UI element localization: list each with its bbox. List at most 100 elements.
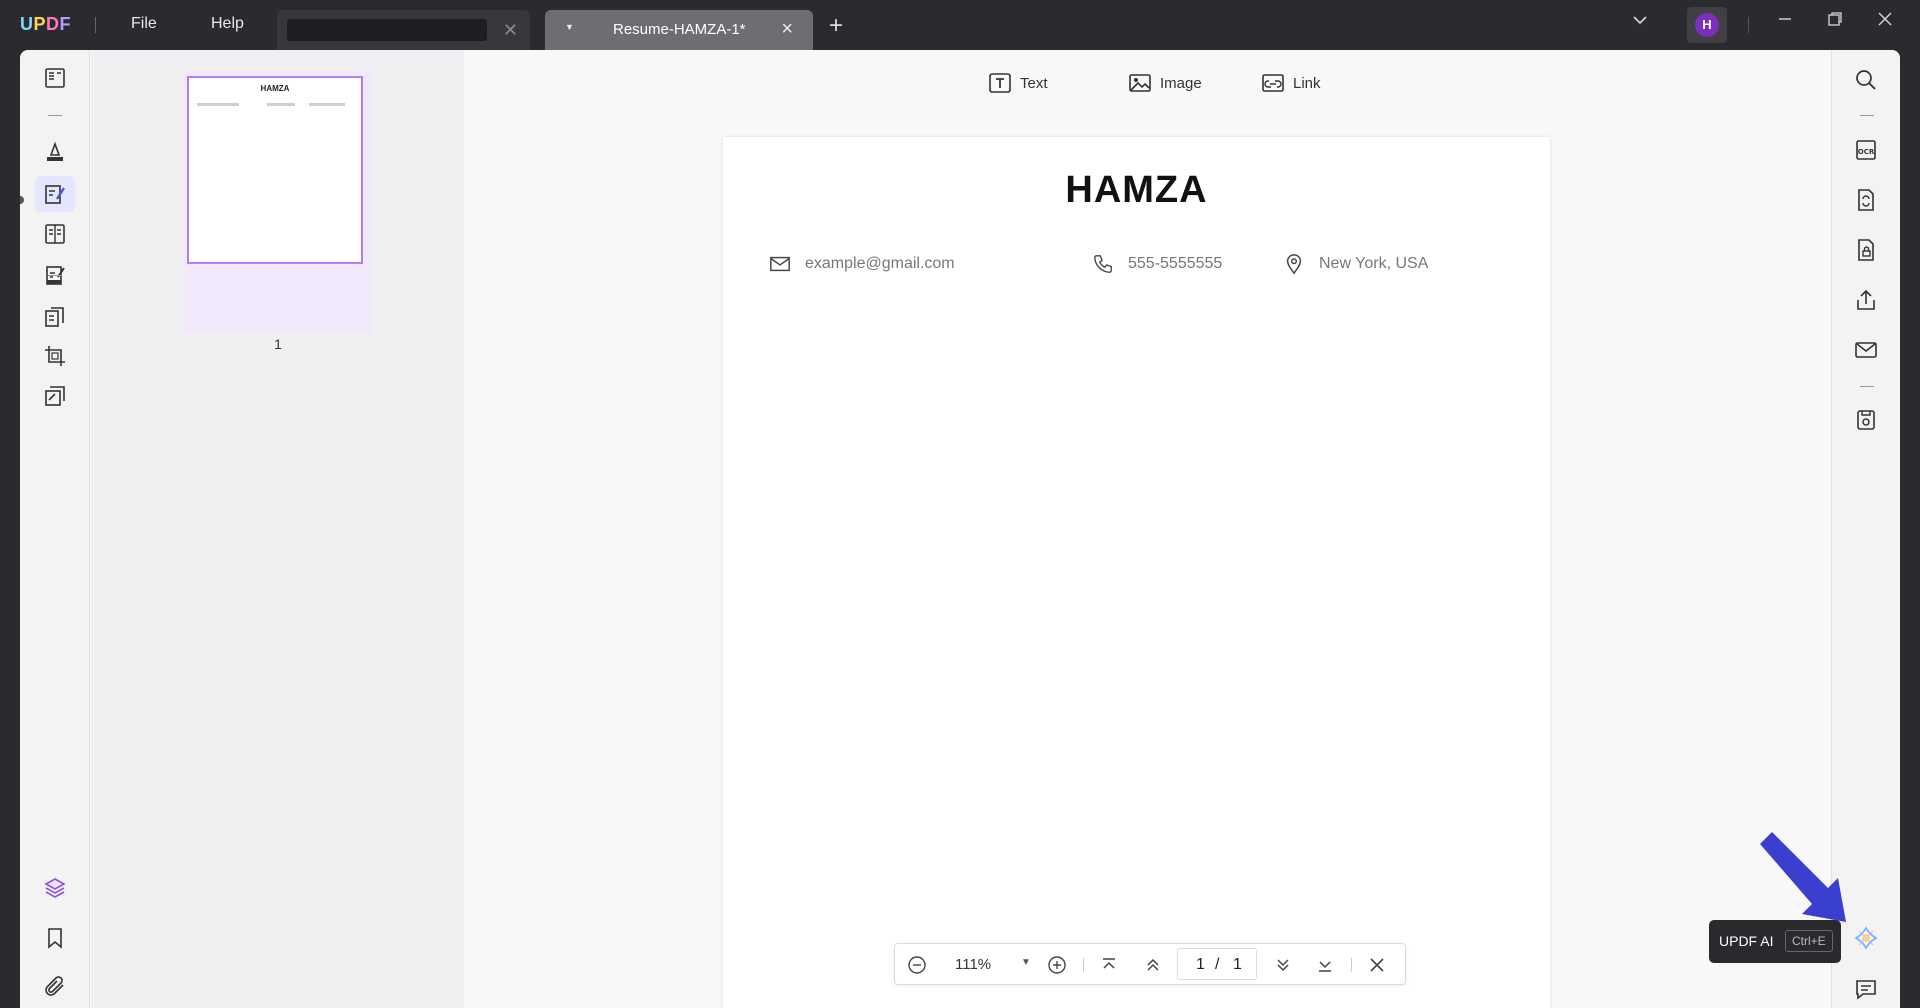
ocr-button[interactable]: OCR	[1852, 136, 1880, 164]
double-chevron-down-icon	[1277, 959, 1289, 972]
link-tool-label: Link	[1293, 74, 1321, 92]
title-bar: UPDF File Help ✕ ▼ Resume-HAMZA-1* × + H	[0, 0, 1920, 50]
menu-file[interactable]: File	[131, 15, 157, 33]
title-separator	[95, 17, 96, 33]
close-zoom-bar-button[interactable]	[1365, 953, 1389, 977]
add-text-button[interactable]: Text	[988, 68, 1048, 98]
zoom-bar-divider	[1083, 958, 1084, 972]
page-separator: /	[1215, 956, 1220, 973]
page-display-button[interactable]	[35, 216, 75, 252]
zoom-level[interactable]: 111%	[955, 956, 991, 973]
current-page: 1	[1196, 956, 1205, 973]
thumbnail-title: HAMZA	[260, 84, 290, 93]
close-icon	[1370, 958, 1384, 972]
minimize-button[interactable]	[1770, 10, 1800, 33]
thumbnail-panel: HAMZA 1	[91, 50, 464, 1008]
edit-toolbar: Text Image Link	[464, 68, 1830, 98]
image-tool-label: Image	[1160, 74, 1202, 92]
email-button[interactable]	[1852, 336, 1880, 364]
zoom-out-button[interactable]	[905, 953, 929, 977]
edit-pdf-button[interactable]	[35, 176, 75, 212]
close-icon[interactable]: ×	[781, 18, 793, 41]
layers-page-icon	[45, 386, 65, 406]
highlighter-icon	[47, 141, 63, 161]
contact-location[interactable]: New York, USA	[1283, 253, 1428, 275]
share-button[interactable]	[1852, 286, 1880, 314]
document-heading[interactable]: HAMZA	[723, 169, 1550, 212]
two-column-icon	[45, 224, 65, 244]
bookmark-button[interactable]	[35, 920, 75, 956]
minus-circle-icon	[908, 956, 926, 974]
location-pin-icon	[1286, 254, 1302, 275]
crop-button[interactable]	[35, 338, 75, 374]
comment-button[interactable]	[35, 134, 75, 170]
caret-down-icon[interactable]: ▼	[565, 22, 574, 32]
left-toolbar	[20, 50, 90, 1008]
contact-phone[interactable]: 555-5555555	[1092, 253, 1222, 275]
rail-divider	[48, 115, 62, 116]
zoom-bar-divider	[1351, 958, 1352, 972]
add-link-button[interactable]: Link	[1261, 68, 1321, 98]
first-page-icon	[1103, 958, 1115, 969]
chevron-down-icon[interactable]	[1625, 12, 1655, 33]
layers-icon	[44, 878, 66, 898]
organize-pages-button[interactable]	[35, 299, 75, 335]
protect-button[interactable]	[1852, 236, 1880, 264]
next-page-button[interactable]	[1271, 953, 1295, 977]
edit-icon	[45, 185, 66, 204]
menu-help[interactable]: Help	[211, 15, 244, 33]
tab-active-label: Resume-HAMZA-1*	[613, 21, 746, 38]
page-thumbnail[interactable]: HAMZA	[183, 72, 373, 334]
zoom-dropdown-icon[interactable]: ▼	[1021, 957, 1031, 968]
plus-circle-icon	[1048, 956, 1066, 974]
search-button[interactable]	[1852, 66, 1880, 94]
thumbnail-text-line	[309, 103, 345, 106]
tab-inactive-title	[287, 19, 487, 41]
mail-icon	[1855, 342, 1877, 358]
avatar: H	[1695, 13, 1719, 37]
pdf-page[interactable]: HAMZA example@gmail.com 555-5555555 New …	[723, 137, 1550, 1008]
restore-button[interactable]	[1820, 10, 1850, 33]
rail-divider	[1860, 386, 1874, 387]
zoom-navigation-bar: 111% ▼ 1 / 1	[894, 943, 1406, 985]
zoom-in-button[interactable]	[1045, 953, 1069, 977]
layers-button[interactable]	[35, 870, 75, 906]
rail-divider	[48, 275, 62, 276]
reader-icon	[45, 68, 65, 88]
rail-divider	[1860, 115, 1874, 116]
previous-page-button[interactable]	[1141, 953, 1165, 977]
save-button[interactable]	[1852, 406, 1880, 434]
tooltip-label: UPDF AI	[1719, 933, 1774, 949]
tools-button[interactable]	[35, 378, 75, 414]
tab-active[interactable]: ▼ Resume-HAMZA-1* ×	[545, 10, 813, 50]
page-number-input[interactable]: 1 / 1	[1177, 948, 1257, 980]
ocr-icon: OCR	[1856, 140, 1876, 160]
svg-text:OCR: OCR	[1858, 148, 1875, 156]
thumbnail-text-line	[197, 103, 239, 106]
phone-text: 555-5555555	[1128, 255, 1223, 272]
collapse-handle[interactable]	[20, 196, 24, 204]
window-close-button[interactable]	[1870, 10, 1900, 33]
location-text: New York, USA	[1319, 255, 1429, 272]
bookmark-icon	[48, 928, 62, 949]
annotation-arrow-icon	[1760, 832, 1846, 922]
last-page-button[interactable]	[1313, 953, 1337, 977]
add-tab-button[interactable]: +	[829, 14, 843, 38]
close-icon[interactable]: ✕	[503, 20, 518, 41]
lock-document-icon	[1858, 239, 1874, 261]
attachment-button[interactable]	[35, 968, 75, 1004]
share-icon	[1857, 289, 1875, 310]
contact-email[interactable]: example@gmail.com	[769, 253, 955, 275]
user-avatar-button[interactable]: H	[1687, 7, 1727, 43]
comment-icon	[1856, 980, 1876, 1000]
add-image-button[interactable]: Image	[1128, 68, 1202, 98]
first-page-button[interactable]	[1097, 953, 1121, 977]
paperclip-icon	[45, 976, 64, 996]
email-text: example@gmail.com	[805, 255, 955, 272]
text-tool-label: Text	[1020, 74, 1048, 92]
comments-button[interactable]	[1852, 975, 1880, 1003]
tab-inactive[interactable]: ✕	[277, 10, 530, 50]
convert-button[interactable]	[1852, 186, 1880, 214]
reader-button[interactable]	[35, 60, 75, 96]
last-page-icon	[1319, 961, 1331, 972]
